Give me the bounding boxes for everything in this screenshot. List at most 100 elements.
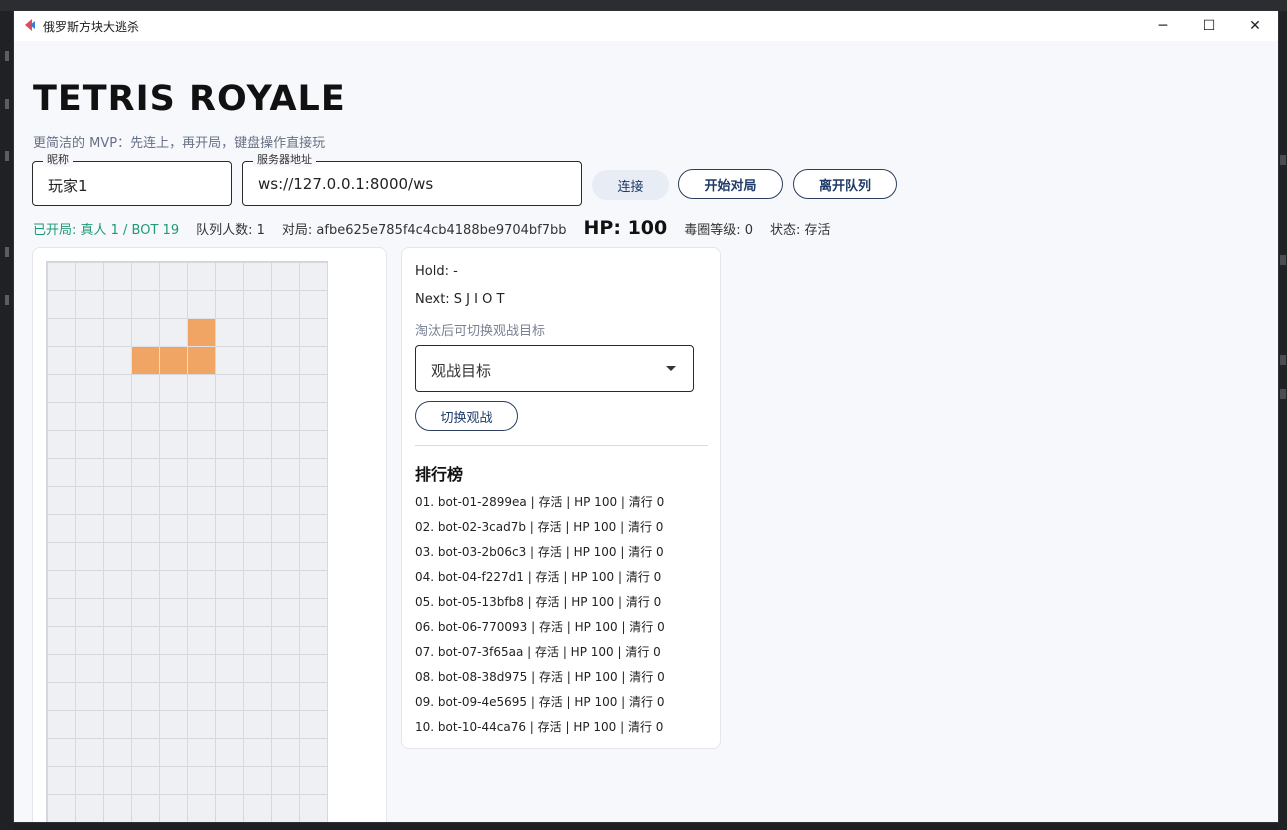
spectate-target-select[interactable]: 观战目标 [415,345,694,392]
board-cell [299,262,328,291]
board-cell [215,626,244,655]
board-cell [47,346,76,375]
page-title: TETRIS ROYALE [33,79,346,119]
board-cell [187,262,216,291]
next-pieces: Next: S J I O T [415,292,505,307]
board-cell [243,598,272,627]
board-cell [187,430,216,459]
board-cell [243,514,272,543]
minimize-button[interactable]: ─ [1140,11,1186,41]
board-cell [243,346,272,375]
board-cell [243,766,272,795]
board-cell [131,738,160,767]
leaderboard-entry: 06. bot-06-770093 | 存活 | HP 100 | 清行 0 [415,620,665,634]
board-cell [159,318,188,347]
board-cell [243,374,272,403]
board-cell [271,542,300,571]
app-icon [25,19,35,31]
board-cell [243,794,272,822]
board-cell [299,598,328,627]
board-cell [271,682,300,711]
board-cell [47,542,76,571]
connect-button[interactable]: 连接 [592,170,669,200]
leave-queue-button[interactable]: 离开队列 [793,169,897,199]
board-cell [159,514,188,543]
board-cell [47,318,76,347]
board-cell [299,374,328,403]
board-cell [75,654,104,683]
board-cell [47,430,76,459]
board-cell [75,514,104,543]
server-address-field[interactable]: 服务器地址 ws://127.0.0.1:8000/ws [242,153,582,206]
close-icon: ✕ [1249,18,1261,34]
board-cell [215,794,244,822]
maximize-button[interactable]: ☐ [1186,11,1232,41]
leaderboard-entry: 09. bot-09-4e5695 | 存活 | HP 100 | 清行 0 [415,695,665,709]
board-cell [243,626,272,655]
board-cell [75,318,104,347]
board-cell [299,346,328,375]
board-cell [271,402,300,431]
game-board[interactable] [46,261,328,822]
background-icon [1280,355,1286,365]
board-cell [187,598,216,627]
switch-spectate-button[interactable]: 切换观战 [415,401,518,431]
nickname-input[interactable]: 玩家1 [48,175,88,196]
board-cell [243,318,272,347]
board-cell [187,794,216,822]
board-cell [271,654,300,683]
start-match-button[interactable]: 开始对局 [678,169,783,199]
board-cell [75,598,104,627]
close-button[interactable]: ✕ [1232,11,1278,41]
board-cell [215,738,244,767]
board-cell [271,738,300,767]
board-cell [103,486,132,515]
board-cell [215,710,244,739]
board-cell [103,262,132,291]
board-cell [243,402,272,431]
nickname-field[interactable]: 昵称 玩家1 [32,153,232,206]
board-cell [187,514,216,543]
board-cell [103,570,132,599]
board-cell [215,290,244,319]
background-editor-topbar [0,0,1287,11]
board-cell [299,654,328,683]
board-cell [103,626,132,655]
board-cell [299,766,328,795]
side-panel: Hold: - Next: S J I O T 淘汰后可切换观战目标 观战目标 … [401,247,721,749]
board-cell [215,346,244,375]
spectate-target-value: 观战目标 [431,362,492,380]
background-icon [1280,155,1286,165]
board-cell [103,402,132,431]
board-cell [159,262,188,291]
board-cell [271,346,300,375]
board-cell [243,654,272,683]
board-cell [299,514,328,543]
server-address-input[interactable]: ws://127.0.0.1:8000/ws [258,175,433,193]
nickname-label: 昵称 [43,153,73,167]
board-cell [215,430,244,459]
board-cell [75,262,104,291]
board-cell [159,738,188,767]
background-icon [5,51,9,61]
board-cell [103,430,132,459]
board-cell [131,290,160,319]
background-editor-sidebar [0,11,14,830]
board-cell [243,290,272,319]
board-cell [75,626,104,655]
title-bar[interactable]: 俄罗斯方块大逃杀 ─ ☐ ✕ [14,11,1278,41]
board-cell [243,430,272,459]
board-cell [103,794,132,822]
board-cell [271,710,300,739]
board-cell [75,794,104,822]
board-cell [271,570,300,599]
board-cell [47,738,76,767]
board-cell [131,766,160,795]
leaderboard-entry: 04. bot-04-f227d1 | 存活 | HP 100 | 清行 0 [415,570,662,584]
board-cell [159,570,188,599]
board-cell [299,458,328,487]
board-cell [131,570,160,599]
board-cell [159,682,188,711]
board-cell [75,682,104,711]
board-cell [131,486,160,515]
